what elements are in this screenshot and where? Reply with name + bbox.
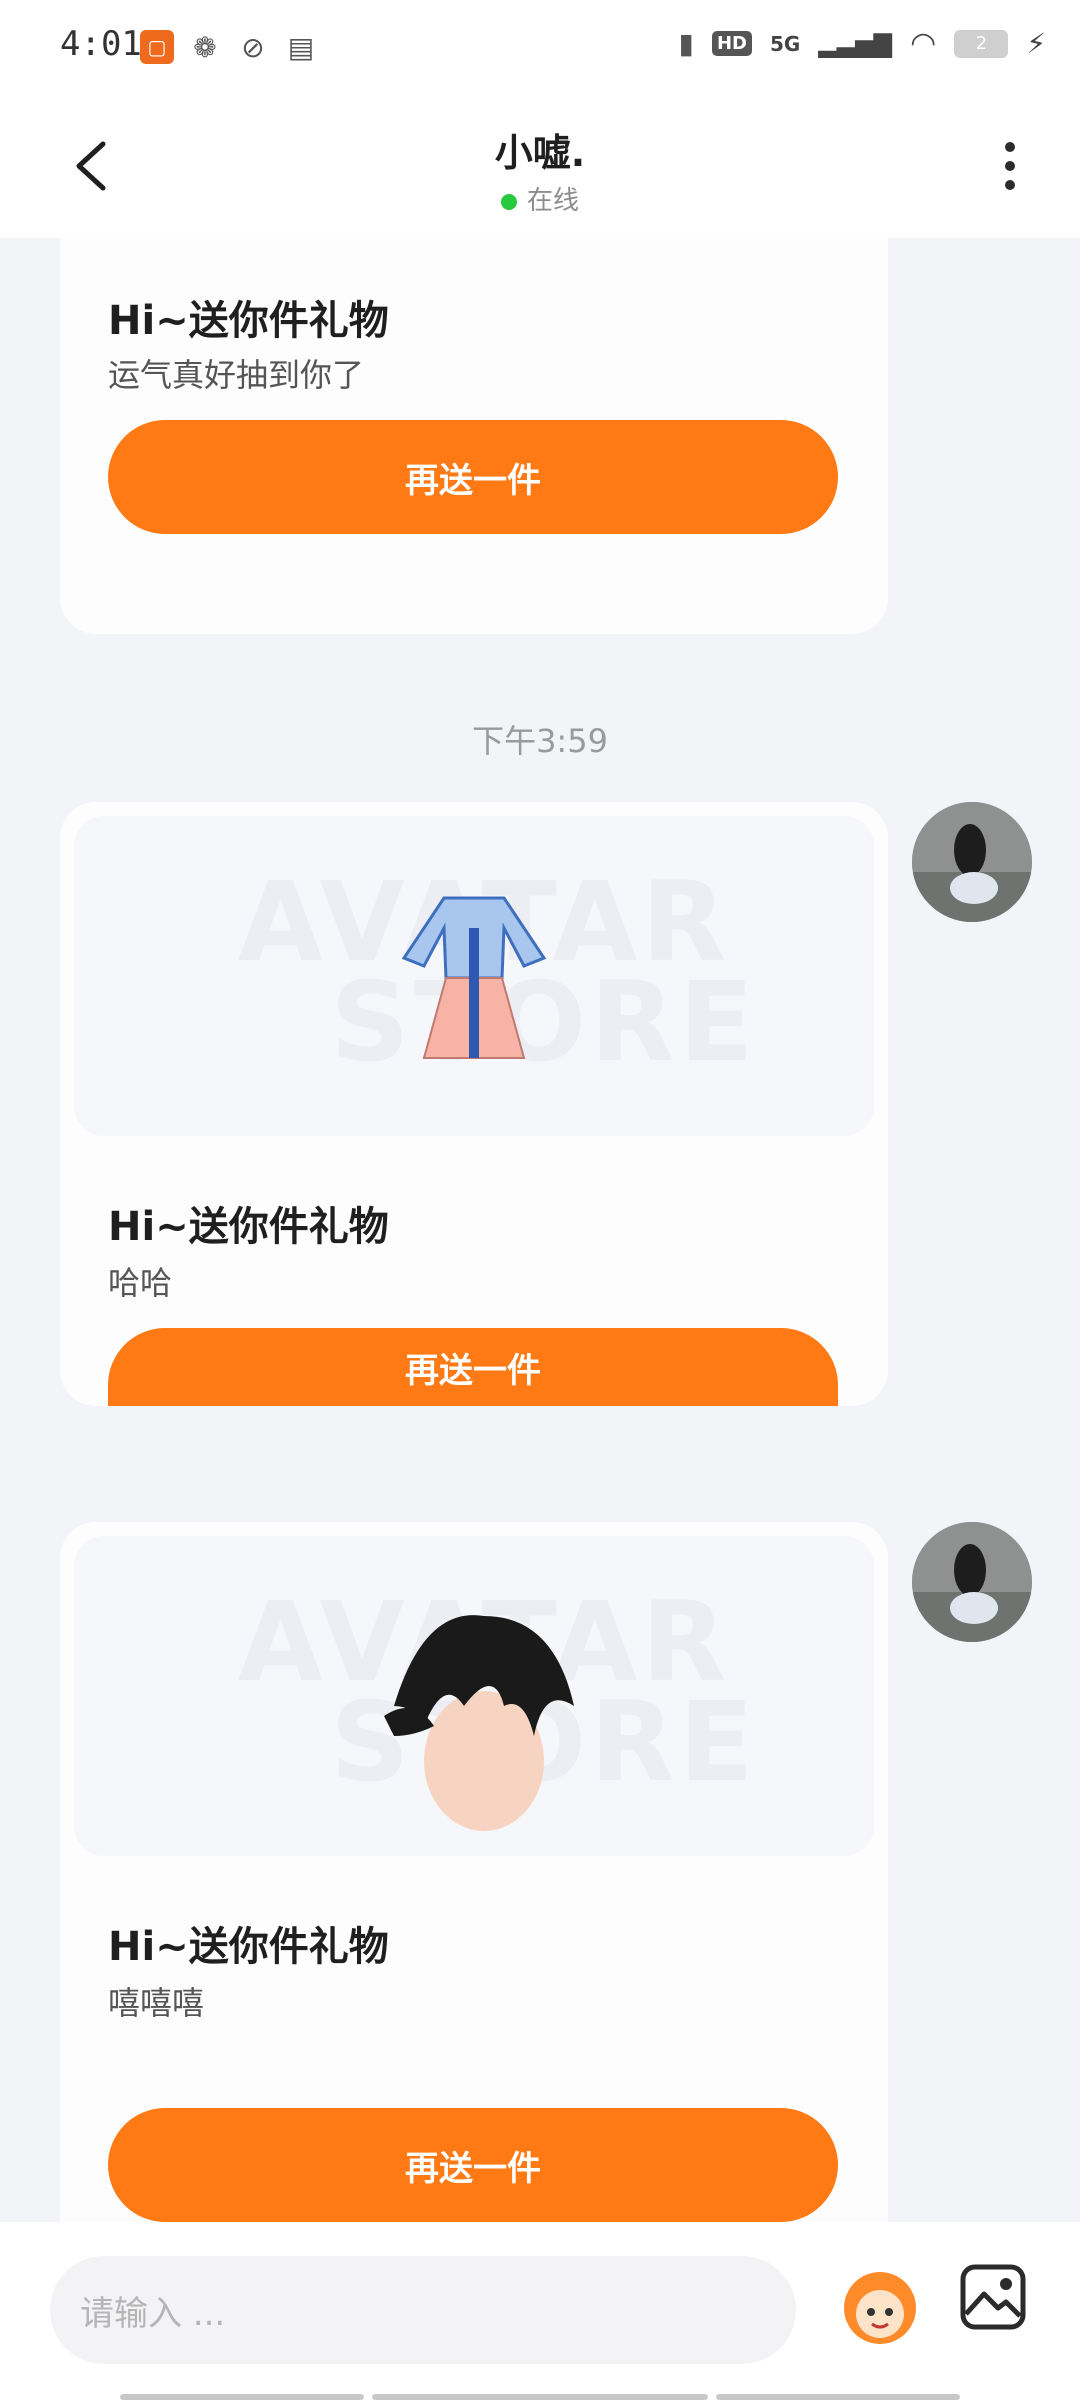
mascot-icon (844, 2272, 916, 2344)
network-label: 5G (769, 31, 801, 56)
message-input[interactable]: 请输入 ... (50, 2256, 796, 2364)
sender-avatar[interactable] (912, 1522, 1032, 1642)
gift-message-card: AVATAR STORE Hi~送你件礼物 哈哈 再送一件 (60, 802, 888, 1406)
wifi-icon: ◠ (910, 26, 937, 61)
signal-icon: ▂▃▅▇ (818, 29, 893, 58)
status-time: 4:01 (60, 24, 142, 64)
status-right-icons: ▮ HD 5G ▂▃▅▇ ◠ 2 ⚡ (679, 26, 1046, 61)
mascot-sticker-button[interactable] (834, 2258, 926, 2350)
chat-title: 小嘘. (494, 131, 586, 175)
more-dot-icon (1005, 161, 1015, 171)
hair-item-icon (384, 1615, 574, 1831)
avatar-photo-icon (912, 802, 1032, 922)
hanfu-dress-icon (401, 896, 547, 1059)
image-icon (960, 2264, 1026, 2330)
more-dot-icon (1005, 180, 1015, 190)
gift-message-title: Hi~送你件礼物 (108, 298, 389, 344)
nav-indicator (120, 2394, 364, 2400)
gift-message-text: 哈哈 (108, 1264, 173, 1302)
message-timestamp: 下午3:59 (472, 722, 608, 760)
gift-message-title: Hi~送你件礼物 (108, 1204, 389, 1250)
card-icon: ▤ (287, 30, 315, 64)
sender-avatar[interactable] (912, 802, 1032, 922)
chat-scroll-area[interactable]: Hi~送你件礼物 运气真好抽到你了 再送一件 下午3:59 AVATAR STO… (0, 238, 1080, 2222)
charging-icon: ⚡ (1026, 27, 1046, 60)
gift-message-text: 运气真好抽到你了 (108, 356, 365, 394)
resend-gift-button[interactable]: 再送一件 (108, 420, 838, 534)
chat-header: 小嘘. 在线 (0, 96, 1080, 238)
nav-indicator (372, 2394, 708, 2400)
hd-badge: HD (711, 31, 752, 56)
more-options-button[interactable] (990, 136, 1030, 196)
gift-message-title: Hi~送你件礼物 (108, 1924, 389, 1970)
gift-message-text: 嘻嘻嘻 (108, 1984, 205, 2022)
app-icon: ▢ (140, 30, 174, 64)
image-picker-button[interactable] (958, 2262, 1028, 2332)
online-status-label: 在线 (526, 186, 579, 216)
vibrate-icon: ▮ (678, 27, 694, 60)
nav-indicator (716, 2394, 960, 2400)
avatar-photo-icon (912, 1522, 1032, 1642)
wechat-icon: ❁ (193, 30, 217, 64)
gift-preview[interactable]: AVATAR STORE (74, 816, 874, 1136)
online-status: 在线 (0, 180, 1080, 217)
resend-gift-button[interactable]: 再送一件 (108, 2108, 838, 2222)
gift-message-card: Hi~送你件礼物 运气真好抽到你了 再送一件 (60, 238, 888, 634)
gift-message-card: AVATAR STORE Hi~送你件礼物 嘻嘻嘻 再送一件 (60, 1522, 888, 2222)
more-dot-icon (1005, 142, 1015, 152)
battery-icon: 2 (954, 29, 1009, 58)
online-dot-icon (500, 193, 517, 210)
leaf-icon: ⊘ (241, 30, 265, 64)
message-input-bar: 请输入 ... (0, 2222, 1080, 2404)
notification-icons: ▢ ❁ ⊘ ▤ (140, 30, 318, 64)
status-bar: 4:01 ▢ ❁ ⊘ ▤ ▮ HD 5G ▂▃▅▇ ◠ 2 ⚡ (0, 0, 1080, 96)
gift-preview[interactable]: AVATAR STORE (74, 1536, 874, 1856)
resend-gift-button[interactable]: 再送一件 (108, 1328, 838, 1406)
